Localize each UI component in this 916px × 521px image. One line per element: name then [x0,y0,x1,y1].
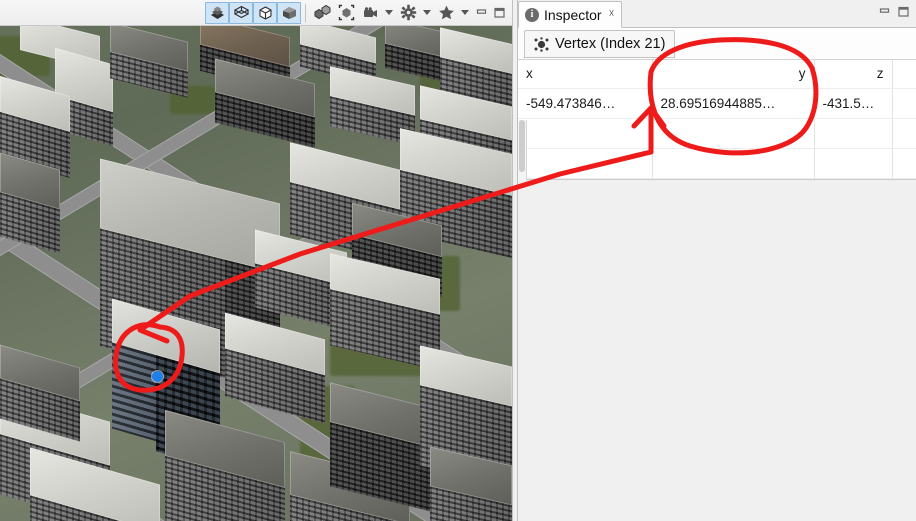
split-box-icon [314,4,330,20]
subtab-vertex[interactable]: Vertex (Index 21) [524,30,676,58]
cell-z: -431.5… [814,88,893,119]
cell-y [652,118,815,149]
column-header-pad [892,60,916,89]
cell-z [814,148,893,179]
vertex-icon [534,36,549,52]
chevron-down-icon [385,10,393,15]
solid-box-toggle[interactable] [253,1,277,24]
layers-shaded-icon [210,6,224,19]
inspector-body [518,181,916,521]
wireframe-toggle[interactable] [229,1,253,24]
cell-x [518,118,653,149]
table-row[interactable] [518,118,916,149]
cell-z [814,118,893,149]
minimize-view-button[interactable] [472,2,490,24]
cell-y [652,148,815,179]
application-window: i Inspector ☓ Vertex (Index 21) x y z -5… [0,0,916,521]
shaded-terrain-toggle[interactable] [205,1,229,24]
column-header-y[interactable]: y [652,60,815,89]
textured-box-icon [282,7,296,19]
cell-pad [892,148,916,179]
camera-button[interactable] [358,2,382,24]
vertex-coordinate-table: x y z -549.473846… 28.69516944885… -431.… [518,60,916,179]
star-icon [438,5,454,20]
close-icon[interactable]: ☓ [607,9,615,20]
viewer-pane [0,0,512,521]
cell-pad [892,118,916,149]
toolbar-separator-1 [305,3,306,22]
tab-inspector[interactable]: i Inspector ☓ [518,1,623,28]
cell-pad [892,88,916,119]
view-mode-button-group [205,1,301,24]
maximize-inspector-button[interactable] [897,5,910,21]
minimize-icon [879,8,890,13]
camera-dropdown[interactable] [382,2,396,24]
subtab-vertex-label: Vertex (Index 21) [555,36,666,52]
cell-x [518,148,653,179]
bounding-box-button[interactable] [334,2,358,24]
table-row[interactable]: -549.473846… 28.69516944885… -431.5… [518,88,916,119]
3d-scene-viewport[interactable] [0,26,512,521]
inspector-tab-bar: i Inspector ☓ [518,0,916,28]
inspector-window-controls [878,5,916,27]
gear-icon [400,4,416,21]
cell-x: -549.473846… [518,88,653,119]
bounding-box-icon [338,4,354,21]
vertex-table[interactable]: x y z -549.473846… 28.69516944885… -431.… [518,60,916,240]
column-header-z[interactable]: z [814,60,893,89]
textured-box-toggle[interactable] [277,1,301,24]
split-box-button[interactable] [310,2,334,24]
maximize-icon [898,6,909,17]
favorites-button[interactable] [434,2,458,24]
maximize-view-button[interactable] [490,2,508,24]
cell-y: 28.69516944885… [652,88,815,119]
camera-icon [363,7,377,17]
model-button-group [310,2,472,24]
table-header-row: x y z [518,60,916,89]
tab-inspector-label: Inspector [544,6,602,23]
maximize-icon [493,7,505,18]
chevron-down-icon [423,10,431,15]
inspector-subtab-row: Vertex (Index 21) [518,28,916,60]
minimize-icon [476,9,486,14]
scrollbar-thumb[interactable] [519,120,525,172]
info-icon: i [525,7,539,22]
settings-dropdown[interactable] [420,2,434,24]
column-header-x[interactable]: x [518,60,653,89]
wireframe-icon [233,5,249,19]
settings-button[interactable] [396,2,420,24]
chevron-down-icon [461,10,469,15]
favorites-dropdown[interactable] [458,2,472,24]
solid-box-icon [258,6,272,20]
inspector-pane: i Inspector ☓ Vertex (Index 21) x y z -5… [518,0,916,521]
selected-vertex-marker[interactable] [152,371,163,382]
table-row[interactable] [518,148,916,179]
minimize-inspector-button[interactable] [878,5,891,21]
viewer-toolbar [0,0,512,26]
